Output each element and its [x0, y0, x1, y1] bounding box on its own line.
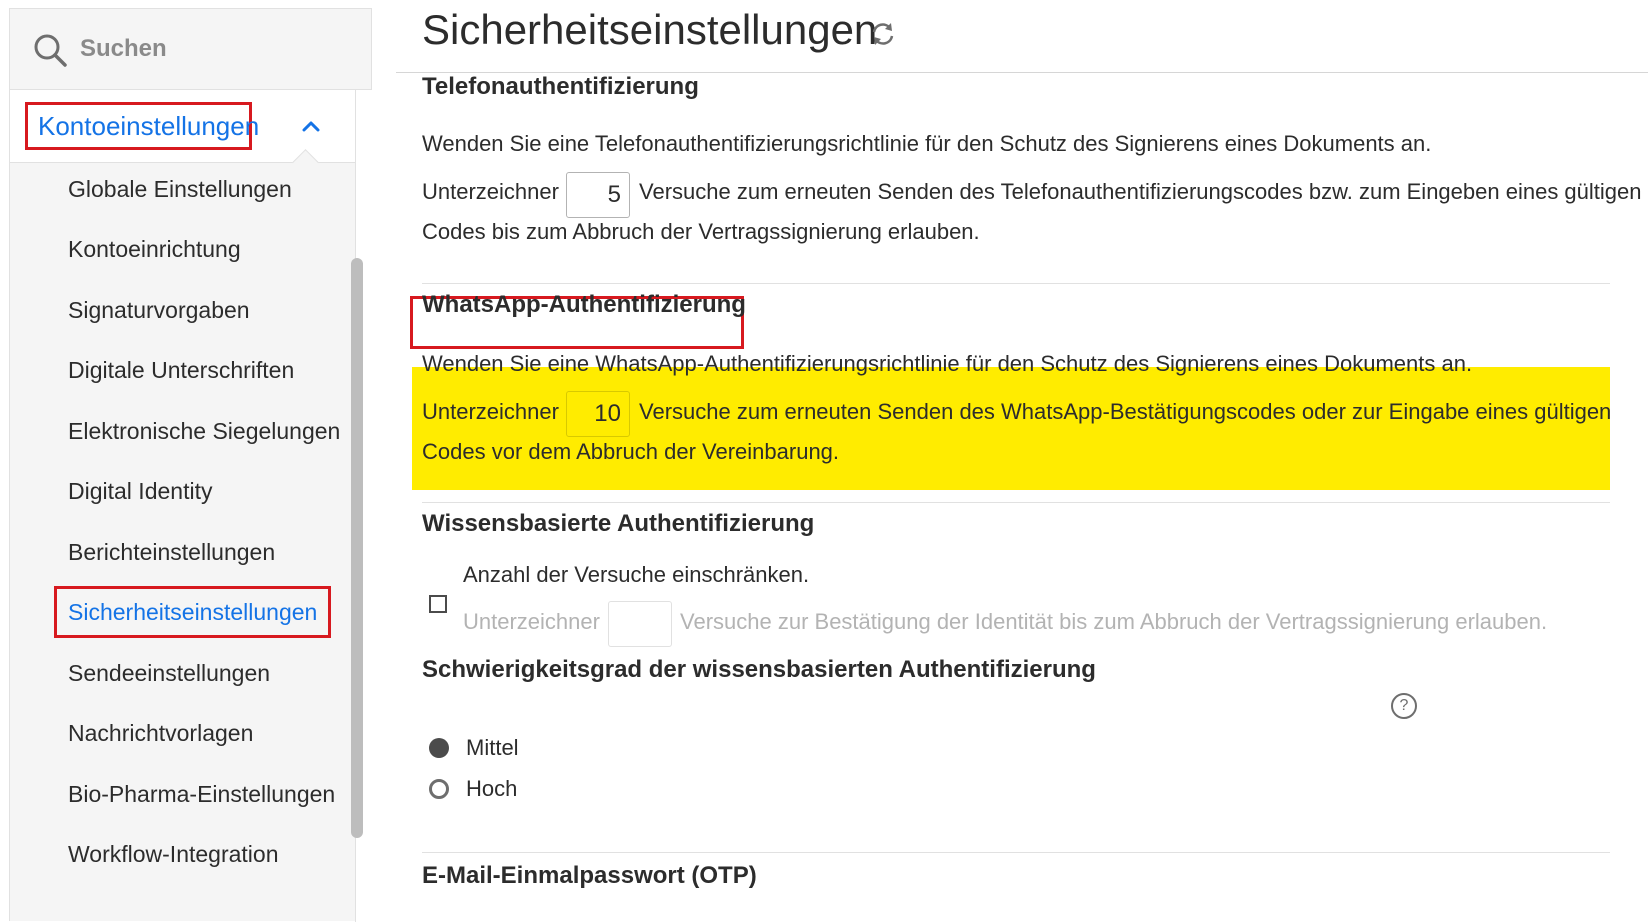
phone-auth-attempts-input[interactable]: 5: [566, 172, 630, 218]
whatsapp-auth-prefix: Unterzeichner: [422, 399, 559, 424]
whatsapp-auth-heading: WhatsApp-Authentifizierung: [422, 291, 746, 318]
difficulty-medium-label[interactable]: Mittel: [466, 735, 519, 761]
sidebar-item-report-settings[interactable]: Berichteinstellungen: [68, 532, 275, 572]
sidebar-item-message-templates[interactable]: Nachrichtvorlagen: [68, 713, 253, 753]
section-account-settings[interactable]: Kontoeinstellungen: [10, 90, 355, 176]
sidebar-item-workflow-integration[interactable]: Workflow-Integration: [68, 834, 279, 874]
sidebar-item-global-settings[interactable]: Globale Einstellungen: [68, 169, 292, 209]
kba-heading: Wissensbasierte Authentifizierung: [422, 510, 815, 537]
phone-auth-heading: Telefonauthentifizierung: [422, 73, 699, 100]
difficulty-high-label[interactable]: Hoch: [466, 776, 517, 802]
phone-auth-intro: Wenden Sie eine Telefonauthentifizierung…: [422, 131, 1432, 156]
difficulty-radio-high[interactable]: [429, 779, 449, 799]
page-title: Sicherheitseinstellungen: [422, 6, 878, 53]
phone-auth-prefix: Unterzeichner: [422, 179, 559, 204]
refresh-icon[interactable]: [870, 21, 896, 47]
whatsapp-auth-attempts-input[interactable]: 10: [566, 391, 630, 437]
sidebar-item-security-settings[interactable]: Sicherheitseinstellungen: [54, 586, 332, 638]
section-label-account-settings[interactable]: Kontoeinstellungen: [25, 102, 259, 150]
difficulty-radio-medium[interactable]: [429, 738, 449, 758]
search-bar[interactable]: Suchen: [10, 9, 371, 90]
section-divider: [422, 283, 1610, 284]
chevron-up-icon[interactable]: [302, 120, 320, 132]
kba-prefix: Unterzeichner: [463, 609, 600, 634]
kba-attempts-input[interactable]: [608, 601, 672, 647]
email-otp-heading: E-Mail-Einmalpasswort (OTP): [422, 862, 757, 889]
sidebar-item-signature-prefs[interactable]: Signaturvorgaben: [68, 290, 250, 330]
sidebar-item-electronic-seals[interactable]: Elektronische Siegelungen: [68, 411, 340, 451]
whatsapp-auth-line2: Codes vor dem Abbruch der Vereinbarung.: [422, 439, 840, 464]
kba-difficulty-heading: Schwierigkeitsgrad der wissensbasierten …: [422, 656, 1096, 683]
sidebar-scrollbar-thumb[interactable]: [351, 258, 363, 838]
settings-sidebar: Suchen Kontoeinstellungen Globale Einste…: [9, 8, 372, 922]
section-divider: [422, 502, 1610, 503]
section-divider: [422, 852, 1610, 853]
phone-auth-line2: Codes bis zum Abbruch der Vertragssignie…: [422, 219, 980, 244]
search-input[interactable]: Suchen: [80, 35, 167, 63]
kba-limit-label[interactable]: Anzahl der Versuche einschränken.: [463, 562, 809, 588]
kba-suffix: Versuche zur Bestätigung der Identität b…: [680, 609, 1548, 634]
whatsapp-auth-intro: Wenden Sie eine WhatsApp-Authentifizieru…: [422, 351, 1473, 376]
help-icon[interactable]: ?: [1391, 693, 1417, 719]
phone-auth-suffix: Versuche zum erneuten Senden des Telefon…: [639, 179, 1642, 204]
section-pointer: [292, 149, 319, 176]
sidebar-item-digital-identity[interactable]: Digital Identity: [68, 471, 212, 511]
sidebar-item-bio-pharma[interactable]: Bio-Pharma-Einstellungen: [68, 774, 335, 814]
main-content: Sicherheitseinstellungen Telefonauthenti…: [372, 0, 1648, 921]
sidebar-item-send-settings[interactable]: Sendeeinstellungen: [68, 653, 270, 693]
sidebar-item-digital-signatures[interactable]: Digitale Unterschriften: [68, 350, 294, 390]
whatsapp-auth-suffix: Versuche zum erneuten Senden des WhatsAp…: [639, 399, 1612, 424]
sidebar-item-account-setup[interactable]: Kontoeinrichtung: [68, 229, 241, 269]
kba-limit-checkbox[interactable]: [429, 595, 447, 613]
search-icon: [34, 34, 67, 67]
